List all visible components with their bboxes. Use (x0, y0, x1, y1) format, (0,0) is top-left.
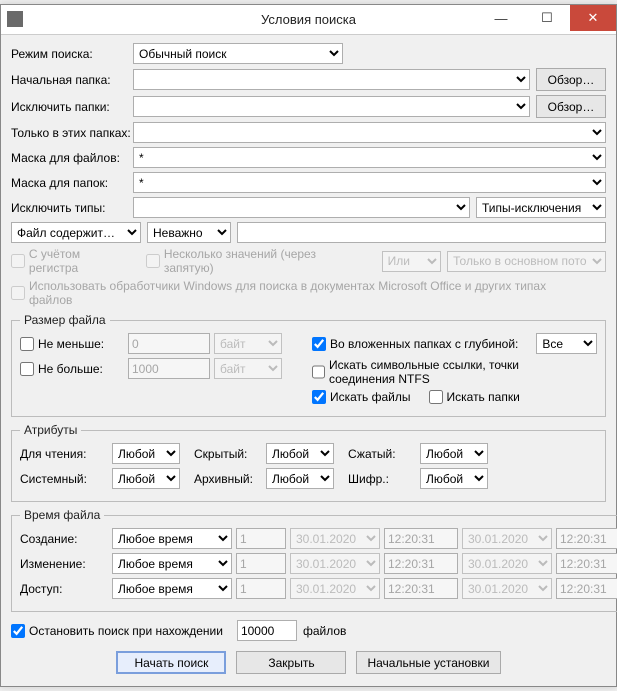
exclusion-types-select[interactable]: Типы-исключения (476, 197, 606, 218)
archive-label: Архивный: (194, 472, 262, 486)
accessed-time1 (384, 578, 458, 599)
file-contains-select[interactable]: Файл содержит… (11, 222, 141, 243)
modified-label: Изменение: (20, 557, 108, 571)
accessed-date1: 30.01.2020 (290, 578, 380, 599)
file-size-fieldset: Размер файла Не меньше: байт Не больше: … (11, 313, 606, 417)
depth-select[interactable]: Все (536, 333, 597, 354)
logic-select: Или (382, 251, 442, 272)
accessed-n (236, 578, 286, 599)
modified-n (236, 553, 286, 574)
start-search-button[interactable]: Начать поиск (116, 651, 226, 674)
minimize-button[interactable]: — (478, 5, 524, 31)
accessed-time2 (556, 578, 617, 599)
defaults-button[interactable]: Начальные установки (356, 651, 500, 674)
max-size-checkbox[interactable]: Не больше: (20, 362, 110, 376)
stop-after-checkbox[interactable]: Остановить поиск при нахождении (11, 624, 223, 638)
encrypted-select[interactable]: Любой (420, 468, 488, 489)
accessed-date2: 30.01.2020 (462, 578, 552, 599)
modified-mode-select[interactable]: Любое время (112, 553, 232, 574)
multi-values-checkbox[interactable]: Несколько значений (через запятую) (146, 247, 368, 275)
window-title: Условия поиска (261, 12, 356, 27)
accessed-mode-select[interactable]: Любое время (112, 578, 232, 599)
stop-after-suffix: файлов (303, 624, 346, 638)
system-select[interactable]: Любой (112, 468, 180, 489)
search-conditions-window: Условия поиска — ☐ ✕ Режим поиска: Обычн… (0, 4, 617, 687)
min-size-input (128, 333, 210, 354)
search-mode-select[interactable]: Обычный поиск (133, 43, 343, 64)
modified-time1 (384, 553, 458, 574)
subfolders-checkbox[interactable]: Во вложенных папках с глубиной: (312, 337, 518, 351)
folder-mask-label: Маска для папок: (11, 176, 133, 190)
use-handlers-checkbox[interactable]: Использовать обработчики Windows для пои… (11, 279, 592, 307)
close-dialog-button[interactable]: Закрыть (236, 651, 346, 674)
file-time-fieldset: Время файла Создание: Любое время 30.01.… (11, 508, 617, 612)
created-date1: 30.01.2020 (290, 528, 380, 549)
modified-date1: 30.01.2020 (290, 553, 380, 574)
min-size-unit: байт (214, 333, 282, 354)
only-in-main-select: Только в основном пото (447, 251, 606, 272)
folder-mask-combo[interactable]: * (133, 172, 606, 193)
created-mode-select[interactable]: Любое время (112, 528, 232, 549)
modified-time2 (556, 553, 617, 574)
exclude-types-label: Исключить типы: (11, 201, 133, 215)
case-sensitive-checkbox[interactable]: С учётом регистра (11, 247, 132, 275)
max-size-input (128, 358, 210, 379)
stop-after-input[interactable] (237, 620, 297, 641)
readonly-select[interactable]: Любой (112, 443, 180, 464)
file-mask-combo[interactable]: * (133, 147, 606, 168)
created-date2: 30.01.2020 (462, 528, 552, 549)
created-label: Создание: (20, 532, 108, 546)
file-time-legend: Время файла (20, 508, 104, 522)
created-time2 (556, 528, 617, 549)
attributes-fieldset: Атрибуты Для чтения: Любой Скрытый: Любо… (11, 423, 606, 502)
titlebar: Условия поиска — ☐ ✕ (1, 5, 616, 35)
hidden-label: Скрытый: (194, 447, 262, 461)
file-mask-label: Маска для файлов: (11, 151, 133, 165)
max-size-unit: байт (214, 358, 282, 379)
only-in-folders-combo[interactable] (133, 122, 606, 143)
maximize-button[interactable]: ☐ (524, 5, 570, 31)
browse-exclude-button[interactable]: Обзор… (536, 95, 606, 118)
close-button[interactable]: ✕ (570, 5, 616, 31)
encrypted-label: Шифр.: (348, 472, 416, 486)
search-mode-label: Режим поиска: (11, 47, 133, 61)
attributes-legend: Атрибуты (20, 423, 81, 437)
compressed-label: Сжатый: (348, 447, 416, 461)
exclude-folders-combo[interactable] (133, 96, 530, 117)
browse-start-button[interactable]: Обзор… (536, 68, 606, 91)
created-n (236, 528, 286, 549)
exclude-types-combo[interactable] (133, 197, 470, 218)
only-in-folders-label: Только в этих папках: (11, 126, 133, 140)
exclude-folders-label: Исключить папки: (11, 100, 133, 114)
modified-date2: 30.01.2020 (462, 553, 552, 574)
compressed-select[interactable]: Любой (420, 443, 488, 464)
case-select[interactable]: Неважно (147, 222, 231, 243)
hidden-select[interactable]: Любой (266, 443, 334, 464)
client-area: Режим поиска: Обычный поиск Начальная па… (1, 35, 616, 686)
start-folder-combo[interactable] (133, 69, 530, 90)
symlinks-checkbox[interactable]: Искать символьные ссылки, точки соединен… (312, 358, 583, 386)
find-folders-checkbox[interactable]: Искать папки (429, 390, 520, 404)
accessed-label: Доступ: (20, 582, 108, 596)
start-folder-label: Начальная папка: (11, 73, 133, 87)
readonly-label: Для чтения: (20, 447, 108, 461)
file-size-legend: Размер файла (20, 313, 110, 327)
find-files-checkbox[interactable]: Искать файлы (312, 390, 411, 404)
min-size-checkbox[interactable]: Не меньше: (20, 337, 110, 351)
system-label: Системный: (20, 472, 108, 486)
archive-select[interactable]: Любой (266, 468, 334, 489)
created-time1 (384, 528, 458, 549)
search-text-input[interactable] (237, 222, 606, 243)
app-icon (7, 11, 23, 27)
